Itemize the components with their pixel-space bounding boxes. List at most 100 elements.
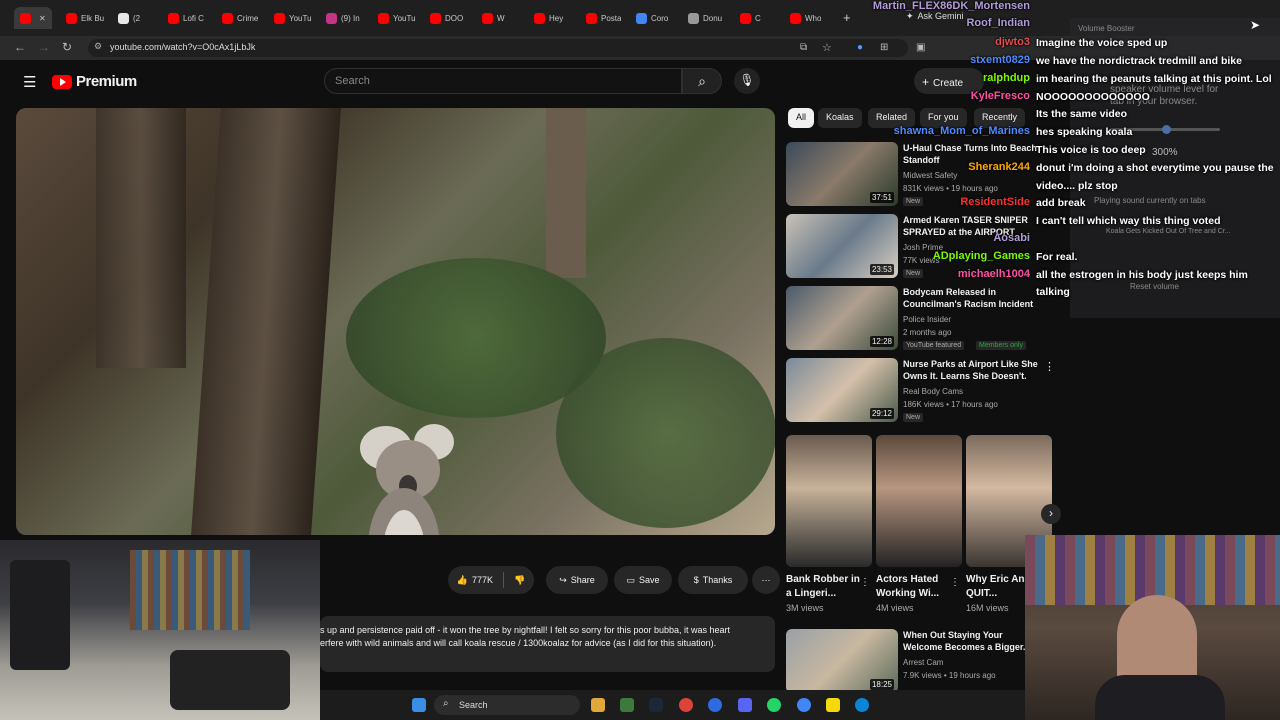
video-thumbnail[interactable]: 37:51 bbox=[786, 142, 898, 206]
browser-tab[interactable]: (2 bbox=[118, 7, 140, 29]
short-menu-icon[interactable]: ⋮ bbox=[950, 577, 960, 588]
volume-slider-thumb[interactable] bbox=[1162, 125, 1171, 134]
chrome-icon[interactable] bbox=[797, 698, 811, 712]
channel-name[interactable]: Arrest Cam bbox=[903, 658, 943, 667]
video-duration: 12:28 bbox=[869, 336, 894, 347]
reload-icon[interactable]: ↻ bbox=[62, 40, 72, 54]
like-button[interactable]: 👍 777K 👎 bbox=[448, 566, 534, 594]
chat-message: video.... plz stop bbox=[1036, 180, 1118, 192]
ask-gemini-button[interactable]: ✦ Ask Gemini bbox=[906, 11, 964, 22]
video-thumbnail[interactable]: 29:12 bbox=[786, 358, 898, 422]
share-button[interactable]: ↪ Share bbox=[546, 566, 608, 594]
browser-tab[interactable]: Posta bbox=[586, 7, 621, 29]
search-icon: ⌕ bbox=[443, 698, 449, 709]
install-icon[interactable]: ⧉ bbox=[800, 42, 807, 53]
short-thumbnail bbox=[876, 435, 962, 567]
file-explorer-icon[interactable] bbox=[591, 698, 605, 712]
members-only-badge: Members only bbox=[976, 341, 1026, 350]
streamer-shirt bbox=[1095, 675, 1225, 720]
mouse-cursor-icon: ➤ bbox=[1250, 18, 1261, 32]
more-actions-button[interactable]: ⋯ bbox=[752, 566, 780, 594]
video-meta: 7.9K views • 19 hours ago bbox=[903, 671, 996, 680]
menu-icon[interactable]: ☰ bbox=[23, 73, 36, 91]
app-icon[interactable] bbox=[708, 698, 722, 712]
browser-tab[interactable]: (9) In bbox=[326, 7, 360, 29]
video-description[interactable]: s up and persistence paid off - it won t… bbox=[320, 616, 775, 672]
chrome-icon[interactable] bbox=[679, 698, 693, 712]
edge-icon[interactable] bbox=[855, 698, 869, 712]
tab-favicon-icon bbox=[168, 12, 179, 24]
windows-start-icon[interactable] bbox=[412, 698, 426, 712]
back-icon[interactable]: ← bbox=[14, 40, 26, 54]
chat-username: ResidentSide bbox=[960, 196, 1030, 208]
steam-icon[interactable] bbox=[649, 698, 663, 712]
channel-name[interactable]: Police Insider bbox=[903, 315, 951, 324]
pole bbox=[546, 108, 586, 278]
search-input[interactable]: Search bbox=[324, 68, 682, 94]
app-icon[interactable] bbox=[620, 698, 634, 712]
share-icon: ↪ bbox=[559, 574, 567, 585]
voice-search-button[interactable]: 🎙 bbox=[734, 68, 760, 94]
video-menu-icon[interactable]: ⋮ bbox=[1044, 360, 1055, 373]
recommended-video[interactable]: 12:28 Bodycam Released in Councilman's Ra… bbox=[786, 286, 1076, 356]
video-thumbnail[interactable]: 12:28 bbox=[786, 286, 898, 350]
browser-tab[interactable]: Crime bbox=[222, 7, 258, 29]
browser-tab[interactable]: DOO bbox=[430, 7, 463, 29]
tab-favicon-icon bbox=[688, 12, 699, 24]
chat-message: all the estrogen in his body just keeps … bbox=[1036, 269, 1248, 281]
thanks-button[interactable]: $ Thanks bbox=[678, 566, 748, 594]
video-title[interactable]: Nurse Parks at Airport Like She Owns It.… bbox=[903, 358, 1038, 382]
browser-tab[interactable]: C bbox=[740, 7, 761, 29]
browser-tab[interactable]: W bbox=[482, 7, 505, 29]
search-button[interactable]: ⌕ bbox=[682, 68, 722, 94]
browser-tab[interactable]: Who bbox=[790, 7, 821, 29]
whatsapp-icon[interactable] bbox=[767, 698, 781, 712]
video-duration: 29:12 bbox=[869, 408, 894, 419]
url-field[interactable]: ⚙ youtube.com/watch?v=O0cAx1jLbJk bbox=[88, 39, 908, 57]
playing-tab-link[interactable]: Koala Gets Kicked Out Of Tree and Cr... bbox=[1106, 228, 1231, 235]
thumbs-down-icon[interactable]: 👎 bbox=[514, 575, 525, 586]
browser-tab[interactable]: YouTu bbox=[378, 7, 416, 29]
video-meta: 186K views • 17 hours ago bbox=[903, 400, 998, 409]
video-thumbnail[interactable]: 18:25 bbox=[786, 629, 898, 693]
chat-message: im hearing the peanuts talking at this p… bbox=[1036, 73, 1272, 85]
chip-koalas[interactable]: Koalas bbox=[818, 108, 862, 128]
youtube-logo[interactable]: Premium bbox=[52, 73, 137, 90]
video-badge: YouTube featured bbox=[903, 341, 965, 350]
panel-title: Volume Booster bbox=[1078, 24, 1135, 33]
recommended-video[interactable]: 29:12 Nurse Parks at Airport Like She Own… bbox=[786, 358, 1076, 428]
site-info-icon[interactable]: ⚙ bbox=[94, 41, 102, 52]
reset-volume-button[interactable]: Reset volume bbox=[1130, 282, 1179, 291]
discord-icon[interactable] bbox=[738, 698, 752, 712]
bookmark-star-icon[interactable]: ☆ bbox=[822, 41, 832, 54]
channel-name[interactable]: Real Body Cams bbox=[903, 387, 963, 396]
chip-all[interactable]: All bbox=[788, 108, 815, 128]
forward-icon[interactable]: → bbox=[38, 40, 50, 54]
video-title[interactable]: When Out Staying Your Welcome Becomes a … bbox=[903, 629, 1038, 653]
recommended-video[interactable]: 37:51 U-Haul Chase Turns Into Beach Stand… bbox=[786, 142, 1076, 212]
browser-tab[interactable]: Donu bbox=[688, 7, 722, 29]
extensions-puzzle-icon[interactable]: ⊞ bbox=[880, 42, 888, 53]
video-title[interactable]: Bodycam Released in Councilman's Racism … bbox=[903, 286, 1038, 310]
app-icon[interactable] bbox=[826, 698, 840, 712]
channel-name[interactable]: Midwest Safety bbox=[903, 171, 957, 180]
browser-tab[interactable]: Lofi C bbox=[168, 7, 204, 29]
video-thumbnail[interactable]: 23:53 bbox=[786, 214, 898, 278]
close-tab-icon[interactable]: ✕ bbox=[39, 14, 46, 23]
browser-tab[interactable]: Coro bbox=[636, 7, 668, 29]
browser-tab[interactable]: ✕ bbox=[14, 7, 52, 29]
browser-tab[interactable]: Hey bbox=[534, 7, 563, 29]
new-tab-button[interactable]: + bbox=[843, 10, 851, 25]
browser-tab[interactable]: YouTu bbox=[274, 7, 312, 29]
shorts-next-button[interactable]: › bbox=[1041, 504, 1061, 524]
chat-message: For real. bbox=[1036, 251, 1078, 263]
taskbar-search[interactable]: ⌕ Search bbox=[434, 695, 580, 715]
short-menu-icon[interactable]: ⋮ bbox=[860, 577, 870, 588]
save-button[interactable]: ▭ Save bbox=[614, 566, 672, 594]
video-player[interactable] bbox=[16, 108, 775, 535]
recommended-video[interactable]: 23:53 Armed Karen TASER SNIPER SPRAYED at… bbox=[786, 214, 1076, 284]
browser-tab[interactable]: Elk Bu bbox=[66, 7, 104, 29]
extension-icon[interactable]: ● bbox=[857, 42, 863, 53]
sidepanel-icon[interactable]: ▣ bbox=[916, 42, 925, 53]
tab-favicon-icon bbox=[118, 12, 129, 24]
